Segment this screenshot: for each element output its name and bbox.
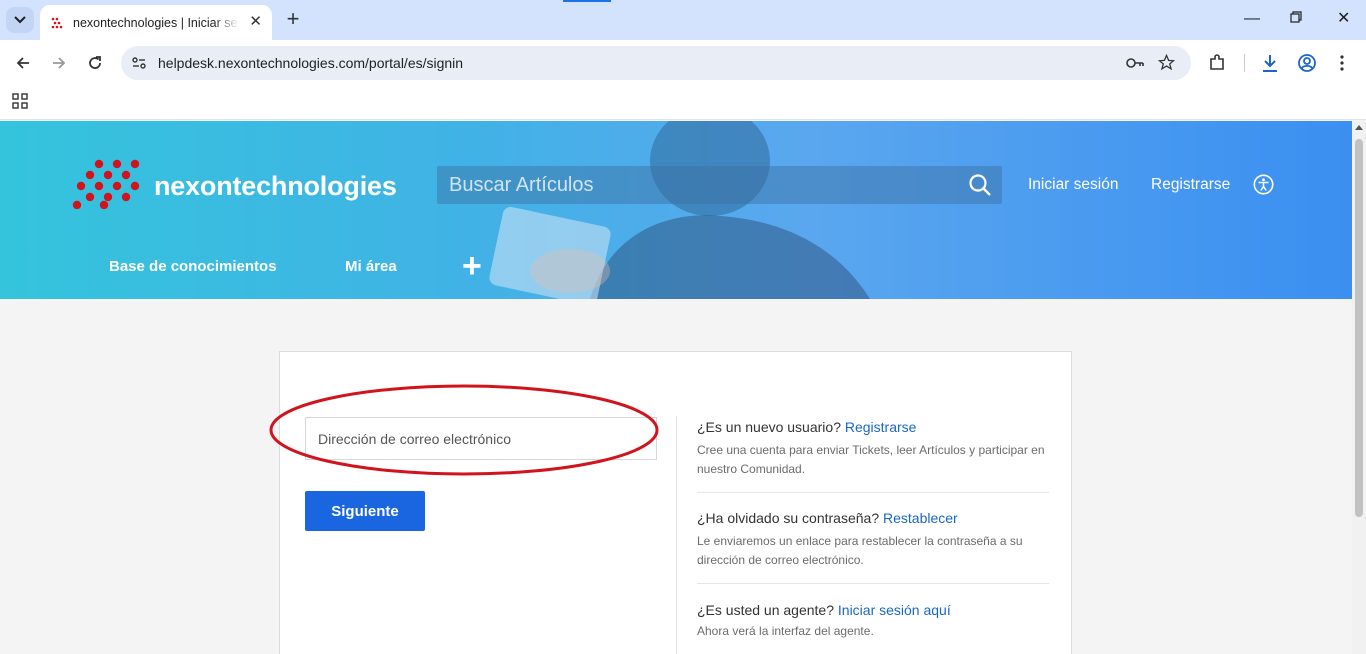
new-user-description: Cree una cuenta para enviar Tickets, lee… — [697, 443, 1045, 476]
active-tab[interactable]: nexontechnologies | Iniciar sesión ✕ — [40, 5, 272, 40]
register-link-secondary[interactable]: Registrarse — [845, 419, 917, 435]
browser-toolbar: helpdesk.nexontechnologies.com/portal/es… — [0, 40, 1366, 86]
forgot-password-info: ¿Ha olvidado su contraseña? Restablecer … — [697, 510, 1049, 570]
url-text[interactable]: helpdesk.nexontechnologies.com/portal/es… — [158, 55, 463, 71]
scroll-up-icon[interactable] — [1355, 125, 1363, 130]
profile-icon[interactable] — [1297, 53, 1317, 73]
login-link[interactable]: Iniciar sesión — [1028, 176, 1118, 194]
reset-password-link[interactable]: Restablecer — [883, 510, 958, 526]
scrollbar-thumb[interactable] — [1355, 139, 1363, 517]
arrow-right-icon — [53, 57, 66, 69]
apps-grid-icon[interactable] — [12, 93, 28, 109]
reload-icon — [89, 56, 101, 69]
new-user-question: ¿Es un nuevo usuario? Registrarse — [697, 419, 917, 435]
signin-card: Siguiente ¿Es un nuevo usuario? Registra… — [279, 351, 1072, 654]
chevron-down-icon — [14, 16, 26, 24]
bookmarks-bar — [0, 86, 1366, 120]
new-user-info: ¿Es un nuevo usuario? Registrarse Cree u… — [697, 419, 1049, 479]
add-icon[interactable]: + — [462, 249, 482, 283]
page-scrollbar[interactable] — [1352, 121, 1366, 654]
new-tab-button[interactable]: + — [282, 8, 304, 30]
brand-name[interactable]: nexontechnologies — [154, 171, 397, 202]
star-icon[interactable] — [1158, 54, 1175, 71]
article-search — [437, 166, 1002, 204]
site-info-icon[interactable] — [131, 55, 147, 71]
agent-login-link[interactable]: Iniciar sesión aquí — [838, 602, 951, 618]
forgot-password-description: Le enviaremos un enlace para restablecer… — [697, 534, 1023, 567]
forward-button[interactable] — [49, 53, 69, 73]
column-divider — [676, 416, 677, 654]
close-tab-icon[interactable]: ✕ — [249, 14, 262, 30]
search-icon[interactable] — [968, 173, 992, 197]
agent-question: ¿Es usted un agente? Iniciar sesión aquí — [697, 602, 951, 618]
menu-dots-icon[interactable] — [1340, 55, 1344, 71]
toolbar-separator — [1244, 54, 1245, 72]
back-button[interactable] — [13, 53, 33, 73]
key-icon[interactable] — [1125, 55, 1145, 71]
next-button[interactable]: Siguiente — [305, 491, 425, 531]
section-divider — [697, 492, 1049, 493]
loading-indicator — [563, 0, 611, 2]
search-input[interactable] — [449, 166, 949, 204]
email-field[interactable] — [305, 417, 657, 460]
agent-info: ¿Es usted un agente? Iniciar sesión aquí… — [697, 602, 1049, 641]
tab-search-button[interactable] — [6, 7, 34, 33]
accessibility-icon[interactable] — [1253, 174, 1274, 195]
nav-knowledge-base[interactable]: Base de conocimientos — [109, 258, 277, 275]
agent-description: Ahora verá la interfaz del agente. — [697, 624, 874, 638]
download-icon[interactable] — [1261, 53, 1279, 73]
section-divider — [697, 583, 1049, 584]
address-bar[interactable]: helpdesk.nexontechnologies.com/portal/es… — [121, 46, 1191, 80]
close-window-icon[interactable]: ✕ — [1337, 10, 1350, 28]
extensions-icon[interactable] — [1208, 54, 1226, 72]
arrow-left-icon — [16, 57, 29, 69]
site-header: nexontechnologies Iniciar sesión Registr… — [0, 121, 1352, 299]
site-favicon-icon — [51, 17, 63, 28]
hero-background-image — [489, 121, 870, 299]
browser-tab-bar: nexontechnologies | Iniciar sesión ✕ + —… — [0, 0, 1366, 40]
minimize-icon[interactable]: — — [1244, 10, 1260, 28]
restore-icon[interactable] — [1290, 10, 1302, 28]
nav-my-area[interactable]: Mi área — [345, 258, 397, 275]
nexon-logo — [72, 159, 140, 209]
tab-title: nexontechnologies | Iniciar sesión — [73, 15, 239, 30]
forgot-password-question: ¿Ha olvidado su contraseña? Restablecer — [697, 510, 958, 526]
register-link[interactable]: Registrarse — [1151, 176, 1230, 194]
reload-button[interactable] — [85, 53, 105, 73]
